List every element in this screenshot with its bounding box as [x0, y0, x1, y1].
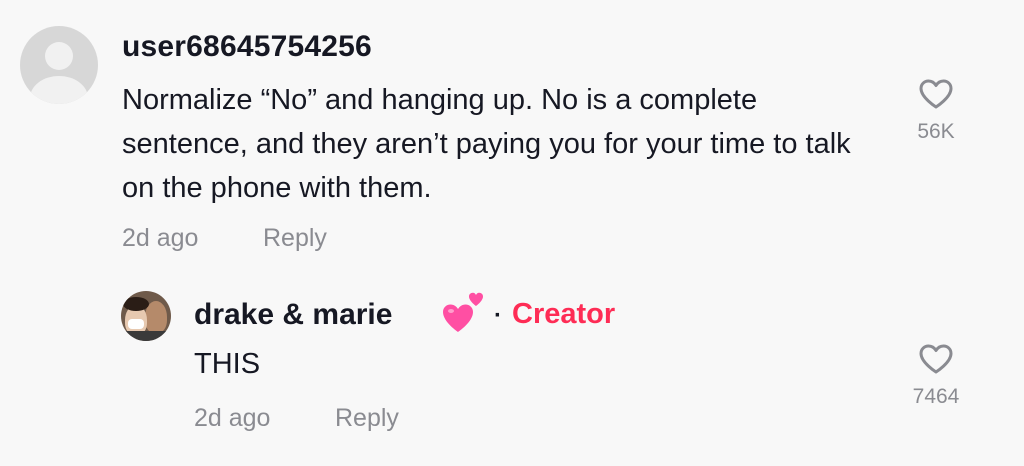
- comment-like-button[interactable]: 56K: [891, 78, 981, 144]
- reply-username[interactable]: drake & marie: [194, 298, 392, 332]
- heart-outline-icon: [919, 79, 953, 109]
- reply-reply-button[interactable]: Reply: [335, 404, 399, 433]
- reply-like-button[interactable]: 7464: [891, 343, 981, 409]
- reply-like-count: 7464: [912, 385, 960, 408]
- comment-text: Normalize “No” and hanging up. No is a c…: [122, 84, 851, 204]
- reply-avatar[interactable]: [121, 291, 171, 341]
- reply-text: THIS: [194, 348, 261, 380]
- heart-outline-icon: [919, 344, 953, 374]
- creator-badge: Creator: [512, 298, 616, 330]
- two-hearts-icon: [443, 292, 483, 332]
- comment-timestamp: 2d ago: [122, 224, 199, 252]
- comment-username[interactable]: user68645754256: [122, 30, 372, 64]
- avatar[interactable]: [20, 26, 98, 104]
- badge-separator: ·: [494, 302, 502, 329]
- comment-like-count: 56K: [917, 120, 955, 143]
- default-avatar-icon: [45, 42, 73, 70]
- reply-button[interactable]: Reply: [263, 224, 327, 253]
- reply-timestamp: 2d ago: [194, 404, 271, 432]
